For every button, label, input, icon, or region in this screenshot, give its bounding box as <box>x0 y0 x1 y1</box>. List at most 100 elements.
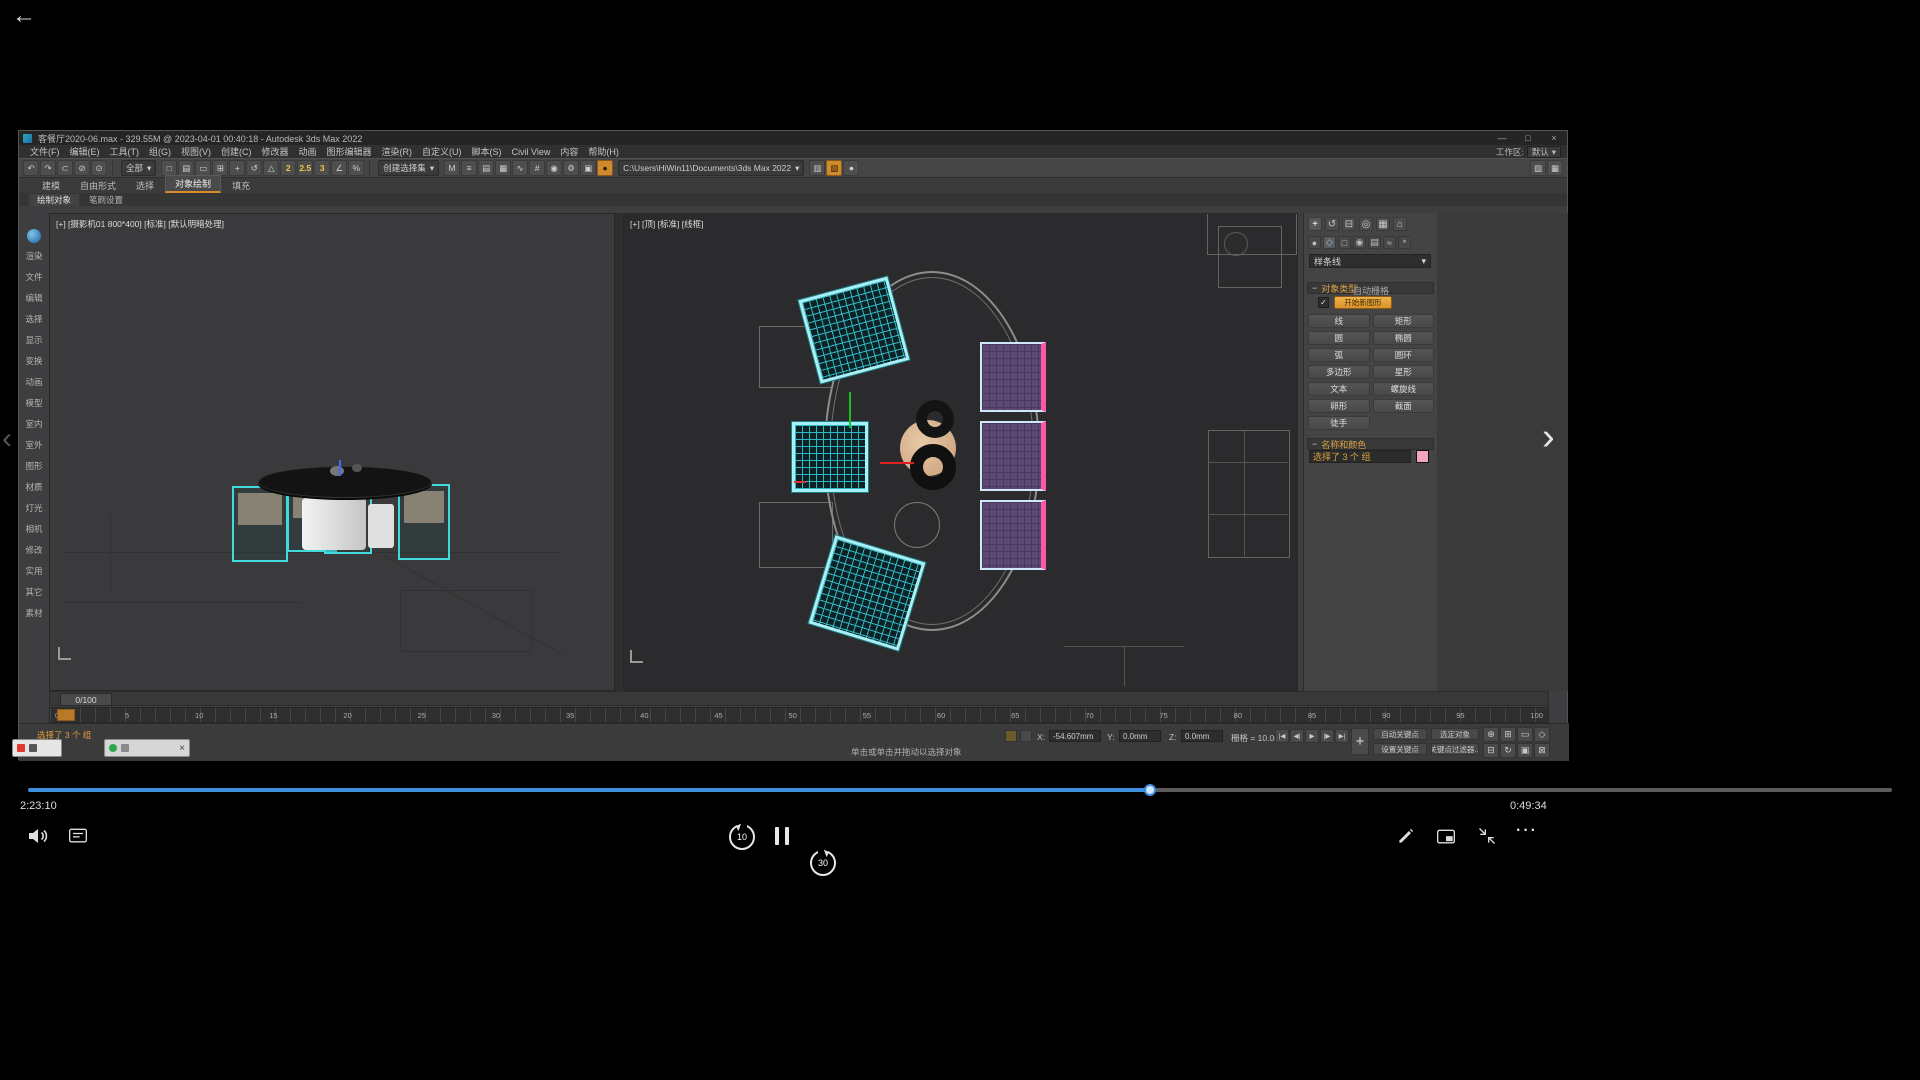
snap-toggle-3-icon[interactable]: 3 <box>314 160 330 176</box>
rewind-10-button[interactable]: 10 <box>729 824 755 850</box>
shape-tool-button[interactable]: 文本 <box>1308 382 1370 396</box>
note-edit-button[interactable] <box>1396 826 1416 851</box>
object-color-swatch[interactable] <box>1416 450 1429 463</box>
shape-tool-button[interactable]: 弧 <box>1308 348 1370 362</box>
ribbon-subtab[interactable]: 绘制对象 <box>29 194 79 206</box>
select-by-name-icon[interactable]: ▤ <box>178 160 194 176</box>
rail-item[interactable]: 渲染 <box>25 250 42 262</box>
set-key-mode-button[interactable]: 设置关键点 <box>1373 743 1427 755</box>
key-filters-button[interactable]: 关键点过滤器... <box>1431 743 1479 755</box>
rail-item[interactable]: 文件 <box>25 271 42 283</box>
ribbon-subtab[interactable]: 笔刷设置 <box>81 194 131 206</box>
workspace-switch-icon[interactable]: ▦ <box>1547 160 1563 176</box>
menu-item[interactable]: 视图(V) <box>176 145 216 158</box>
angle-snap-toggle-icon[interactable]: ∠ <box>331 160 347 176</box>
shape-tool-button[interactable]: 徒手 <box>1308 416 1370 430</box>
x-coord-field[interactable]: -54.607mm <box>1049 730 1101 742</box>
shape-tool-button[interactable]: 星形 <box>1373 365 1435 379</box>
rail-item[interactable]: 动画 <box>25 376 42 388</box>
rail-item[interactable]: 素材 <box>25 607 42 619</box>
rail-item[interactable]: 图形 <box>25 460 42 472</box>
material-editor-icon[interactable]: ◉ <box>546 160 562 176</box>
shape-tool-button[interactable]: 多边形 <box>1308 365 1370 379</box>
utilities-tab-icon[interactable]: ⌂ <box>1393 217 1407 231</box>
menu-item[interactable]: Civil View <box>507 147 556 157</box>
menu-item[interactable]: 文件(F) <box>25 145 65 158</box>
space-warps-category-icon[interactable]: ≈ <box>1383 236 1396 249</box>
named-selection-sets-dropdown[interactable]: 创建选择集▾ <box>378 160 439 176</box>
next-overlay-arrow[interactable]: › <box>1542 418 1555 456</box>
shapes-category-icon[interactable]: ◇ <box>1323 236 1336 249</box>
systems-category-icon[interactable]: * <box>1398 236 1411 249</box>
menu-item[interactable]: 动画 <box>294 145 322 158</box>
undo-icon[interactable]: ↶ <box>23 160 39 176</box>
start-new-shape-button[interactable]: 开始新图形 <box>1334 296 1392 309</box>
geometry-category-icon[interactable]: ● <box>1308 236 1321 249</box>
menu-item[interactable]: 内容 <box>555 145 583 158</box>
menu-item[interactable]: 图形编辑器 <box>322 145 377 158</box>
select-and-scale-icon[interactable]: △ <box>263 160 279 176</box>
mirror-icon[interactable]: M <box>444 160 460 176</box>
shape-tool-button[interactable]: 圆 <box>1308 331 1370 345</box>
toolbar-overflow-icon[interactable]: ▨ <box>1530 160 1546 176</box>
forward-30-button[interactable]: 30 <box>810 850 836 876</box>
cameras-category-icon[interactable]: ◉ <box>1353 236 1366 249</box>
lights-category-icon[interactable]: □ <box>1338 236 1351 249</box>
align-icon[interactable]: ≡ <box>461 160 477 176</box>
menu-item[interactable]: 编辑(E) <box>65 145 105 158</box>
modify-tab-icon[interactable]: ↺ <box>1325 217 1339 231</box>
select-and-move-icon[interactable]: + <box>229 160 245 176</box>
selection-filter-dropdown[interactable]: 全部▾ <box>121 160 156 176</box>
progress-knob[interactable] <box>1144 784 1156 796</box>
more-options-button[interactable]: ··· <box>1516 822 1538 840</box>
rail-item[interactable]: 选择 <box>25 313 42 325</box>
pan-icon[interactable]: ▣ <box>1517 743 1533 758</box>
selection-lock-icon[interactable] <box>1005 730 1017 742</box>
percent-snap-toggle-icon[interactable]: % <box>348 160 364 176</box>
select-and-rotate-icon[interactable]: ↺ <box>246 160 262 176</box>
menu-item[interactable]: 帮助(H) <box>583 145 624 158</box>
back-button[interactable]: ← <box>12 2 36 30</box>
start-new-shape-checkbox[interactable]: ✓ <box>1318 297 1329 308</box>
floating-mini-window-1[interactable] <box>12 739 62 757</box>
rail-item[interactable]: 变换 <box>25 355 42 367</box>
close-button[interactable]: × <box>1541 131 1567 145</box>
helpers-category-icon[interactable]: ▤ <box>1368 236 1381 249</box>
rail-item[interactable]: 室内 <box>25 418 42 430</box>
rail-item[interactable]: 编辑 <box>25 292 42 304</box>
shrink-player-button[interactable] <box>1477 826 1497 851</box>
shape-type-dropdown[interactable]: 样条线▾ <box>1309 254 1431 268</box>
rail-item[interactable]: 室外 <box>25 439 42 451</box>
y-coord-field[interactable]: 0.0mm <box>1119 730 1161 742</box>
volume-button[interactable] <box>26 824 50 853</box>
display-tab-icon[interactable]: ▦ <box>1376 217 1390 231</box>
floating-mini-window-2[interactable]: × <box>104 739 190 757</box>
rectangular-selection-region-icon[interactable]: ▭ <box>195 160 211 176</box>
render-production-icon[interactable]: ● <box>597 160 613 176</box>
viewport-divider[interactable] <box>615 213 623 691</box>
motion-tab-icon[interactable]: ◎ <box>1359 217 1373 231</box>
rail-logo-icon[interactable] <box>27 229 41 243</box>
shape-tool-button[interactable]: 螺旋线 <box>1373 382 1435 396</box>
render-iterative-icon[interactable]: ● <box>843 160 859 176</box>
redo-icon[interactable]: ↷ <box>40 160 56 176</box>
create-tab-icon[interactable]: + <box>1308 217 1322 231</box>
pip-button[interactable] <box>1436 827 1456 852</box>
menu-item[interactable]: 自定义(U) <box>417 145 467 158</box>
zoom-extents-all-icon[interactable]: ◇ <box>1534 727 1550 742</box>
rail-item[interactable]: 灯光 <box>25 502 42 514</box>
render-shortcut-icon[interactable]: ▧ <box>826 160 842 176</box>
ribbon-tab[interactable]: 自由形式 <box>71 178 125 193</box>
previous-overlay-arrow[interactable]: ‹ <box>2 424 12 454</box>
menu-item[interactable]: 创建(C) <box>216 145 257 158</box>
render-setup-icon[interactable]: ⚙ <box>563 160 579 176</box>
viewport-label[interactable]: [+] [顶] [标准] [线框] <box>630 218 703 230</box>
asset-tracking-icon[interactable]: ▥ <box>809 160 825 176</box>
menu-item[interactable]: 修改器 <box>257 145 294 158</box>
viewport-top[interactable]: [+] [顶] [标准] [线框] <box>623 213 1298 691</box>
z-coord-field[interactable]: 0.0mm <box>1181 730 1223 742</box>
viewport-label[interactable]: [+] [摄影机01 800*400] [标准] [默认明暗处理] <box>56 218 224 230</box>
rail-item[interactable]: 修改 <box>25 544 42 556</box>
rail-item[interactable]: 实用 <box>25 565 42 577</box>
close-icon[interactable]: × <box>179 743 185 754</box>
